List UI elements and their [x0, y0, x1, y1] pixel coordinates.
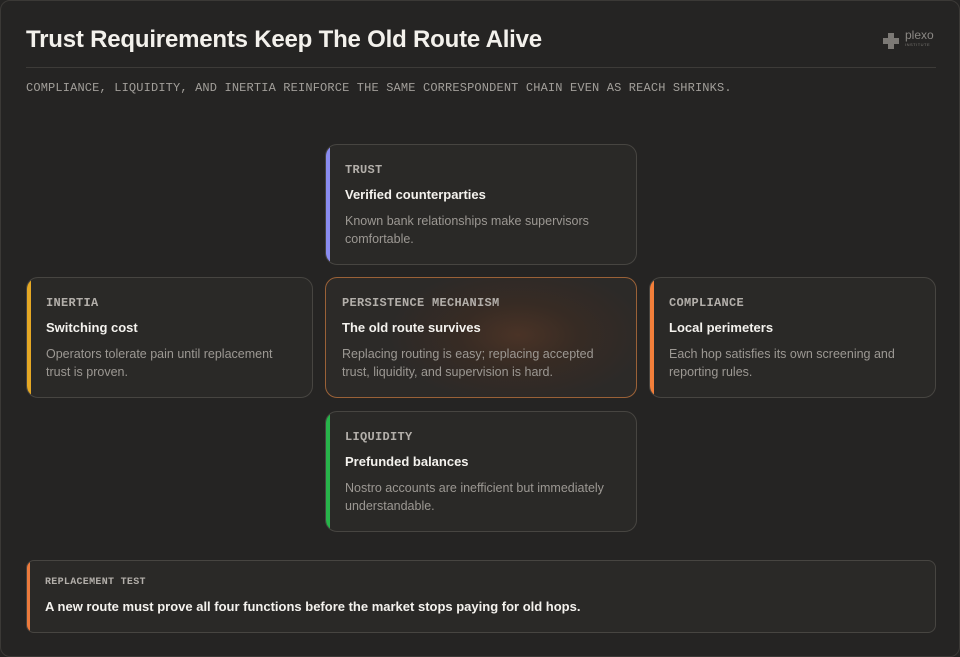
page-title: Trust Requirements Keep The Old Route Al…	[26, 26, 542, 53]
compliance-label: COMPLIANCE	[669, 296, 745, 310]
persistence-mechanism-card: PERSISTENCE MECHANISM The old route surv…	[325, 277, 637, 398]
trust-heading: Verified counterparties	[345, 187, 486, 202]
liquidity-description: Nostro accounts are inefficient but imme…	[345, 481, 604, 513]
logo-tagline: INSTITUTE	[905, 42, 931, 47]
compliance-card: COMPLIANCE Local perimeters Each hop sat…	[649, 277, 936, 398]
plus-icon	[883, 33, 899, 49]
mechanism-description: Replacing routing is easy; replacing acc…	[342, 347, 594, 379]
mechanism-label: PERSISTENCE MECHANISM	[342, 296, 500, 310]
liquidity-card: LIQUIDITY Prefunded balances Nostro acco…	[325, 411, 637, 532]
replacement-test-callout: REPLACEMENT TEST A new route must prove …	[26, 560, 936, 633]
header-divider	[26, 67, 936, 68]
replacement-text: A new route must prove all four function…	[45, 599, 581, 614]
trust-label: TRUST	[345, 163, 383, 177]
compliance-accent-bar	[650, 278, 654, 397]
logo-wordmark: plexo	[905, 28, 934, 42]
inertia-accent-bar	[27, 278, 31, 397]
inertia-label: INERTIA	[46, 296, 99, 310]
compliance-heading: Local perimeters	[669, 320, 774, 335]
page-subtitle: COMPLIANCE, LIQUIDITY, AND INERTIA REINF…	[26, 81, 732, 95]
liquidity-heading: Prefunded balances	[345, 454, 469, 469]
diagram-frame: Trust Requirements Keep The Old Route Al…	[0, 0, 960, 657]
replacement-label: REPLACEMENT TEST	[45, 577, 146, 588]
inertia-card: INERTIA Switching cost Operators tolerat…	[26, 277, 313, 398]
trust-card: TRUST Verified counterparties Known bank…	[325, 144, 637, 265]
liquidity-accent-bar	[326, 412, 330, 531]
mechanism-heading: The old route survives	[342, 320, 481, 335]
replacement-accent-bar	[27, 561, 30, 632]
inertia-description: Operators tolerate pain until replacemen…	[46, 347, 273, 379]
trust-description: Known bank relationships make supervisor…	[345, 214, 589, 246]
brand-logo: plexo INSTITUTE	[882, 29, 940, 51]
liquidity-label: LIQUIDITY	[345, 430, 413, 444]
trust-accent-bar	[326, 145, 330, 264]
inertia-heading: Switching cost	[46, 320, 138, 335]
compliance-description: Each hop satisfies its own screening and…	[669, 347, 895, 379]
